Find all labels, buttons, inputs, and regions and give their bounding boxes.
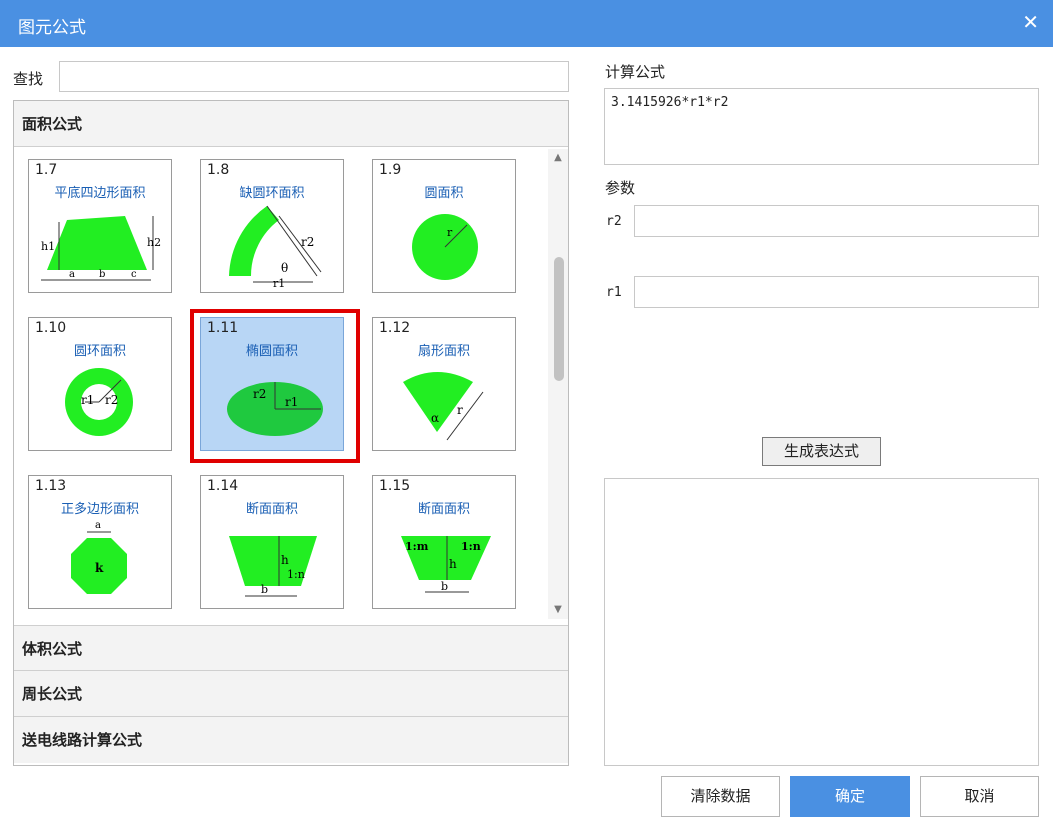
label-r: r: [447, 226, 453, 239]
section-volume-formulas[interactable]: 体积公式: [14, 625, 568, 671]
window-title: 图元公式: [18, 18, 86, 38]
label-r2: r2: [105, 393, 118, 407]
selection-highlight: [190, 309, 360, 463]
regular-polygon-area-icon: a k: [71, 520, 127, 594]
label-h2: h2: [147, 236, 161, 249]
label-b: b: [261, 583, 268, 596]
label-r1: r1: [273, 277, 285, 290]
ok-button[interactable]: 确定: [790, 776, 910, 817]
formula-label: 计算公式: [605, 63, 666, 81]
formula-textarea[interactable]: 3.1415926*r1*r2: [604, 88, 1039, 165]
params-label: 参数: [605, 179, 636, 197]
ring-area-icon: r1 r2: [65, 368, 133, 436]
label-h: h: [449, 557, 457, 571]
formula-category-accordion: 面积公式 1.7 平底四边形面积 h1 h2 a b c 1.8 缺圆环面积 r…: [13, 100, 569, 766]
label-a: a: [69, 269, 75, 280]
param-input-r2[interactable]: [634, 205, 1039, 237]
expression-output-area[interactable]: [604, 478, 1039, 766]
scroll-thumb[interactable]: [554, 257, 564, 381]
param-name-r1: r1: [606, 285, 622, 300]
section-area-formulas[interactable]: 面积公式: [14, 101, 568, 147]
section-area-icon: h 1:n b: [229, 536, 317, 597]
label-b: b: [99, 269, 105, 280]
scroll-up-icon[interactable]: ▲: [548, 149, 568, 167]
section-area-2-icon: 1:m 1:n h b: [401, 536, 491, 593]
label-b: b: [441, 580, 448, 593]
tile-regular-polygon-area[interactable]: 1.13 正多边形面积 a k: [28, 475, 172, 609]
formula-tile-grid: 1.7 平底四边形面积 h1 h2 a b c 1.8 缺圆环面积 r2 θ r…: [16, 149, 546, 619]
label-1n: 1:n: [461, 540, 481, 553]
tile-circle-area[interactable]: 1.9 圆面积 r: [372, 159, 516, 293]
generate-expression-button[interactable]: 生成表达式: [762, 437, 881, 466]
label-1m: 1:m: [405, 540, 429, 553]
section-perimeter-formulas[interactable]: 周长公式: [14, 671, 568, 717]
label-h: h: [281, 553, 289, 567]
tile-sector-area[interactable]: 1.12 扇形面积 α r: [372, 317, 516, 451]
formula-dialog: 查找 面积公式 1.7 平底四边形面积 h1 h2 a b c 1.8 缺圆环面…: [0, 47, 1053, 834]
clear-data-button[interactable]: 清除数据: [661, 776, 780, 817]
label-theta: θ: [281, 261, 288, 275]
label-r2: r2: [301, 235, 314, 249]
param-name-r2: r2: [606, 214, 622, 229]
title-bar: 图元公式 ✕: [0, 0, 1053, 47]
label-c: c: [131, 269, 137, 280]
tile-ring-area[interactable]: 1.10 圆环面积 r1 r2: [28, 317, 172, 451]
tile-grid-scrollbar[interactable]: ▲ ▼: [548, 149, 568, 619]
section-transmission-line-formulas[interactable]: 送电线路计算公式: [14, 717, 568, 763]
label-a: a: [95, 520, 101, 531]
tile-section-area-2[interactable]: 1.15 断面面积 1:m 1:n h b: [372, 475, 516, 609]
sector-area-icon: α r: [403, 372, 484, 441]
tile-partial-ring-area[interactable]: 1.8 缺圆环面积 r2 θ r1: [200, 159, 344, 293]
close-icon[interactable]: ✕: [1022, 10, 1039, 34]
search-input[interactable]: [59, 61, 569, 92]
tile-section-area[interactable]: 1.14 断面面积 h 1:n b: [200, 475, 344, 609]
label-alpha: α: [431, 411, 439, 425]
label-r: r: [457, 403, 463, 417]
cancel-button[interactable]: 取消: [920, 776, 1039, 817]
trapezoid-area-icon: h1 h2 a b c: [41, 216, 161, 281]
scroll-down-icon[interactable]: ▼: [548, 601, 568, 619]
label-1n: 1:n: [287, 568, 305, 581]
search-label: 查找: [13, 70, 44, 88]
tile-trapezoid-area[interactable]: 1.7 平底四边形面积 h1 h2 a b c: [28, 159, 172, 293]
label-k: k: [95, 561, 104, 575]
label-h1: h1: [41, 240, 55, 253]
label-r1: r1: [81, 393, 94, 407]
partial-ring-area-icon: r2 θ r1: [229, 205, 322, 290]
param-input-r1[interactable]: [634, 276, 1039, 308]
circle-area-icon: r: [412, 214, 478, 280]
